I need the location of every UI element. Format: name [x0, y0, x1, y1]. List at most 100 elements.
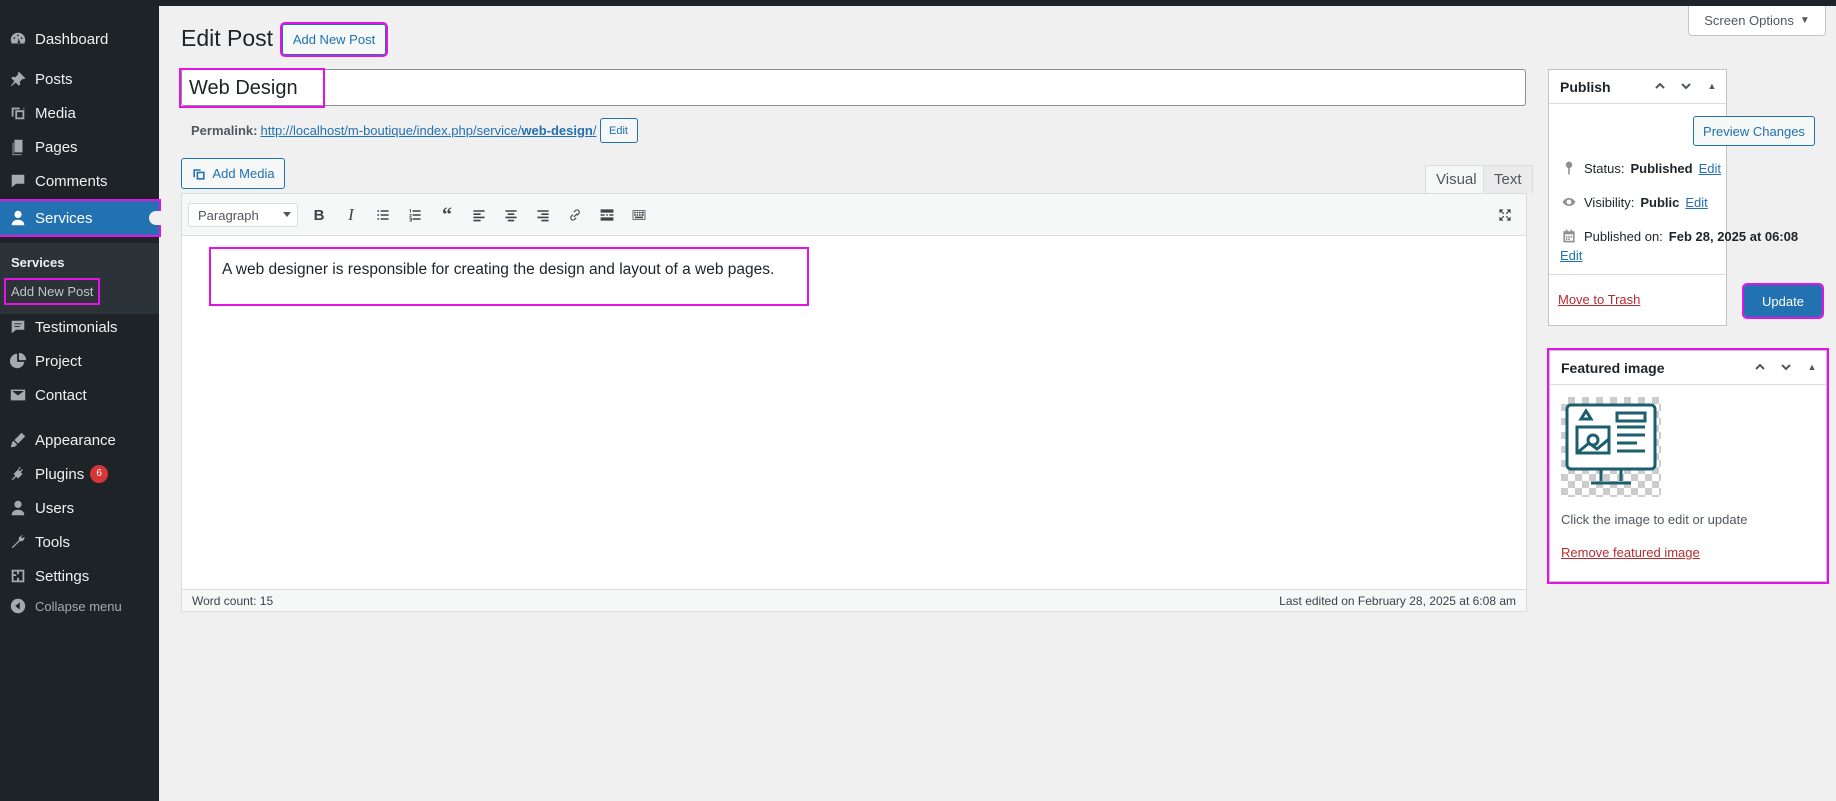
admin-bar — [0, 0, 1836, 6]
sidebar-item-tools[interactable]: Tools — [0, 525, 159, 559]
submenu-item-add-new-post[interactable]: Add New Post — [3, 278, 101, 305]
post-title-value[interactable]: Web Design — [179, 68, 325, 108]
sidebar-item-contact[interactable]: Contact — [0, 378, 159, 412]
web-design-monitor-icon — [1565, 403, 1657, 485]
collapse-triangle-icon[interactable]: ▲ — [1804, 359, 1820, 375]
add-media-label: Add Media — [212, 166, 275, 181]
numbered-list-icon[interactable] — [405, 205, 425, 225]
link-icon[interactable] — [565, 205, 585, 225]
format-select[interactable]: Paragraph — [188, 203, 298, 227]
sidebar-item-testimonials[interactable]: Testimonials — [0, 310, 159, 344]
bold-icon[interactable]: B — [309, 205, 329, 225]
chevron-up-icon[interactable] — [1652, 78, 1668, 94]
add-new-post-button[interactable]: Add New Post — [280, 22, 388, 57]
publish-box-title: Publish — [1560, 78, 1611, 95]
collapse-icon — [9, 597, 27, 615]
user-icon — [9, 209, 27, 227]
published-label: Published on: — [1584, 228, 1663, 244]
permalink-link[interactable]: http://localhost/m-boutique/index.php/se… — [260, 123, 596, 138]
visibility-edit-link[interactable]: Edit — [1685, 195, 1707, 210]
permalink-row: Permalink: http://localhost/m-boutique/i… — [191, 118, 638, 143]
sidebar-item-pages[interactable]: Pages — [0, 130, 159, 164]
add-media-button[interactable]: Add Media — [181, 158, 285, 189]
bullet-list-icon[interactable] — [373, 205, 393, 225]
chevron-down-icon[interactable] — [1778, 359, 1794, 375]
published-value: Feb 28, 2025 at 06:08 — [1668, 228, 1799, 244]
published-on-row: Published on: Feb 28, 2025 at 06:08 — [1560, 227, 1800, 245]
preview-changes-button[interactable]: Preview Changes — [1693, 116, 1815, 146]
editor-content[interactable]: A web designer is responsible for creati… — [209, 247, 809, 306]
sidebar-item-appearance[interactable]: Appearance — [0, 423, 159, 457]
plugin-icon — [9, 465, 27, 483]
eye-icon — [1560, 193, 1578, 211]
comments-icon — [9, 172, 27, 190]
remove-featured-image-link[interactable]: Remove featured image — [1561, 545, 1700, 560]
chevron-down-icon[interactable] — [1678, 78, 1694, 94]
blockquote-icon[interactable]: “ — [437, 204, 457, 226]
status-value: Published — [1630, 160, 1693, 176]
sidebar-item-label: Tools — [35, 533, 71, 551]
fullscreen-icon[interactable] — [1495, 205, 1515, 225]
pin-icon — [1560, 159, 1578, 177]
pie-chart-icon — [9, 352, 27, 370]
status-row: Status: Published Edit — [1560, 159, 1721, 177]
align-right-icon[interactable] — [533, 205, 553, 225]
read-more-icon[interactable] — [597, 205, 617, 225]
permalink-edit-button[interactable]: Edit — [599, 118, 638, 143]
collapse-menu-button[interactable]: Collapse menu — [0, 589, 159, 623]
sidebar-item-label: Appearance — [35, 431, 116, 449]
pages-icon — [9, 138, 27, 156]
calendar-icon — [1560, 227, 1578, 245]
sidebar-item-posts[interactable]: Posts — [0, 62, 159, 96]
sidebar-item-label: Posts — [35, 70, 73, 88]
move-to-trash-link[interactable]: Move to Trash — [1558, 292, 1640, 307]
collapse-menu-label: Collapse menu — [35, 598, 122, 614]
collapse-triangle-icon[interactable]: ▲ — [1704, 78, 1720, 94]
chevron-up-icon[interactable] — [1752, 359, 1768, 375]
sidebar-item-label: Plugins — [35, 465, 85, 483]
dashboard-icon — [9, 30, 27, 48]
sidebar-item-settings[interactable]: Settings — [0, 559, 159, 593]
submenu-item-services[interactable]: Services — [11, 255, 65, 270]
sidebar-item-label: Users — [35, 499, 75, 517]
sidebar-item-comments[interactable]: Comments — [0, 164, 159, 198]
post-title-field[interactable] — [181, 69, 1526, 106]
tab-visual[interactable]: Visual — [1425, 165, 1488, 193]
sidebar-item-plugins[interactable]: Plugins 6 — [0, 457, 159, 491]
tab-text[interactable]: Text — [1483, 165, 1533, 193]
media-icon — [9, 104, 27, 122]
sidebar-item-media[interactable]: Media — [0, 96, 159, 130]
sidebar-item-label: Services — [35, 209, 93, 227]
screen-options-button[interactable]: Screen Options ▼ — [1688, 6, 1826, 36]
publish-box-header[interactable]: Publish ▲ — [1549, 70, 1726, 104]
sidebar-item-label: Comments — [35, 172, 108, 190]
sidebar-item-users[interactable]: Users — [0, 491, 159, 525]
featured-image-header[interactable]: Featured image ▲ — [1550, 351, 1826, 385]
publish-box: Publish ▲ Preview Changes Status: Publish… — [1548, 69, 1824, 326]
update-button[interactable]: Update — [1742, 283, 1824, 319]
media-icon — [191, 166, 207, 182]
wrench-icon — [9, 533, 27, 551]
status-edit-link[interactable]: Edit — [1699, 161, 1721, 176]
status-label: Status: — [1584, 160, 1625, 176]
admin-sidebar: Dashboard Posts Media Pages Comments Ser… — [0, 6, 161, 801]
featured-image[interactable] — [1561, 397, 1661, 497]
caret-down-icon — [283, 212, 291, 217]
sidebar-item-label: Pages — [35, 138, 78, 156]
sidebar-item-services[interactable]: Services — [0, 199, 161, 237]
align-center-icon[interactable] — [501, 205, 521, 225]
sidebar-item-dashboard[interactable]: Dashboard — [0, 22, 159, 56]
italic-icon[interactable]: I — [341, 205, 361, 225]
sidebar-item-label: Settings — [35, 567, 90, 585]
permalink-label: Permalink: — [191, 123, 258, 138]
page-title: Edit Post — [181, 25, 274, 51]
sidebar-item-label: Testimonials — [35, 318, 118, 336]
published-edit-link[interactable]: Edit — [1560, 248, 1582, 263]
align-left-icon[interactable] — [469, 205, 489, 225]
settings-icon — [9, 567, 27, 585]
pin-icon — [9, 70, 27, 88]
toolbar-toggle-icon[interactable] — [629, 205, 649, 225]
screen-options-label: Screen Options — [1704, 13, 1794, 28]
sidebar-item-project[interactable]: Project — [0, 344, 159, 378]
last-edited: Last edited on February 28, 2025 at 6:08… — [1279, 593, 1516, 608]
